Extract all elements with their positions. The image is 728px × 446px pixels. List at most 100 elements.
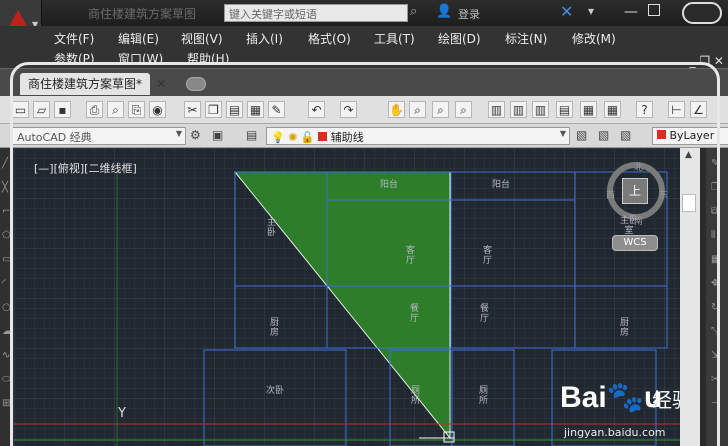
login-link[interactable]: 登录 xyxy=(458,6,480,22)
user-icon[interactable]: 👤 xyxy=(436,4,452,19)
new-tab-button[interactable] xyxy=(186,77,206,91)
viewcube-top-face[interactable]: 上 xyxy=(622,178,648,204)
menu-file[interactable]: 文件(F) xyxy=(54,30,94,47)
compass-west[interactable]: 西 xyxy=(606,188,615,201)
menu-format[interactable]: 格式(O) xyxy=(308,30,351,47)
print-icon[interactable]: ⎙ xyxy=(86,101,103,118)
extend-icon[interactable]: ⊣ xyxy=(711,398,720,409)
design-center-icon[interactable]: ▥ xyxy=(510,101,527,118)
publish-icon[interactable]: ⎘ xyxy=(128,101,145,118)
paste-icon[interactable]: ▤ xyxy=(226,101,243,118)
maximize-button[interactable] xyxy=(648,4,660,16)
match-properties-icon[interactable]: ▦ xyxy=(247,101,264,118)
vertical-scrollbar[interactable]: ▲ xyxy=(680,148,700,446)
spline-icon[interactable]: ∿ xyxy=(2,350,10,361)
calculator-icon[interactable]: ▦ xyxy=(604,101,621,118)
move-icon[interactable]: ✥ xyxy=(711,278,719,289)
tab-active-drawing[interactable]: 商住楼建筑方案草图* xyxy=(20,73,151,95)
zoom-window-icon[interactable]: ⌕ xyxy=(432,101,449,118)
array-icon[interactable]: ▦ xyxy=(711,254,720,265)
layer-color-swatch xyxy=(318,132,328,141)
drawing-canvas[interactable]: [—][俯视][二维线框] 阳台 阳台 主 卧 主卧 室 客 厅 客 厅 餐 厅… xyxy=(14,148,680,446)
layer-manager-icon[interactable]: ▤ xyxy=(246,128,257,142)
trim-icon[interactable]: ✂ xyxy=(711,374,719,385)
arc-icon[interactable]: ◜ xyxy=(2,278,6,289)
menu-insert[interactable]: 插入(I) xyxy=(246,30,283,47)
menu-dimension[interactable]: 标注(N) xyxy=(505,30,547,47)
print-preview-icon[interactable]: ⌕ xyxy=(107,101,124,118)
polygon-icon[interactable]: ⬠ xyxy=(2,230,11,241)
copy-object-icon[interactable]: ❐ xyxy=(711,182,720,193)
insert-block-icon[interactable]: ⊞ xyxy=(2,398,10,409)
rotate-icon[interactable]: ↻ xyxy=(711,302,719,313)
redo-icon[interactable]: ↷ xyxy=(340,101,357,118)
3d-publish-icon[interactable]: ◉ xyxy=(149,101,166,118)
menu-draw[interactable]: 绘图(D) xyxy=(438,30,481,47)
polyline-icon[interactable]: ⌐ xyxy=(2,206,10,217)
line-tool-icon[interactable]: ╱ xyxy=(2,158,8,169)
color-dropdown[interactable]: ByLayer xyxy=(652,127,728,145)
binoculars-icon[interactable]: ⌕ xyxy=(410,4,417,19)
scroll-thumb[interactable] xyxy=(682,194,696,212)
linear-dimension-icon[interactable]: ⊢ xyxy=(668,101,685,118)
autocad-window: 商住楼建筑方案草图 键入关键字或短语 ⌕ 👤 登录 ✕ ▾ — ▼ 文件(F) … xyxy=(0,0,728,446)
viewport-controls[interactable]: [—][俯视][二维线框] xyxy=(34,160,137,176)
gear-icon[interactable]: ⚙ xyxy=(190,128,201,142)
standard-toolbar: ▭ ▱ ▪ ⎙ ⌕ ⎘ ◉ ✂ ❐ ▤ ▦ ✎ ↶ ↷ ✋ ⌕ ⌕ ⌕ ▥ ▥ … xyxy=(0,96,728,124)
close-button[interactable] xyxy=(682,2,722,24)
tab-close-icon[interactable]: ✕ xyxy=(156,77,166,91)
compass-north[interactable]: 北 xyxy=(634,160,643,173)
sheet-set-icon[interactable]: ▤ xyxy=(556,101,573,118)
zoom-previous-icon[interactable]: ⌕ xyxy=(455,101,472,118)
wcs-menu-button[interactable]: WCS xyxy=(612,235,658,251)
room-label-bathroom: 厕 所 xyxy=(411,386,421,406)
menu-window[interactable]: 窗口(W) xyxy=(118,50,163,67)
menu-view[interactable]: 视图(V) xyxy=(181,30,223,47)
scale-icon[interactable]: ⤡ xyxy=(711,326,719,337)
menu-tools[interactable]: 工具(T) xyxy=(374,30,415,47)
rectangle-icon[interactable]: ▭ xyxy=(2,254,11,265)
undo-icon[interactable]: ↶ xyxy=(308,101,325,118)
menu-modify[interactable]: 修改(M) xyxy=(572,30,616,47)
compass-south[interactable]: 南 xyxy=(634,214,643,227)
menu-help[interactable]: 帮助(H) xyxy=(187,50,229,67)
workspace-dropdown[interactable]: AutoCAD 经典 ▼ xyxy=(12,127,186,145)
markup-icon[interactable]: ▦ xyxy=(580,101,597,118)
stretch-icon[interactable]: ⇲ xyxy=(711,350,719,361)
search-input[interactable]: 键入关键字或短语 xyxy=(224,4,408,22)
scroll-up-icon[interactable]: ▲ xyxy=(685,150,692,160)
room-label-kitchen: 厨 房 xyxy=(620,318,630,338)
ellipse-icon[interactable]: ⬭ xyxy=(2,374,11,385)
layer-state-icon[interactable]: ▧ xyxy=(620,128,631,142)
cloud-icon[interactable]: ☁ xyxy=(2,326,12,337)
save-icon[interactable]: ▪ xyxy=(54,101,71,118)
layer-dropdown[interactable]: 💡 ✺ 🔓 辅助线 ▼ xyxy=(266,127,570,145)
erase-icon[interactable]: ✎ xyxy=(711,158,719,169)
tool-palettes-icon[interactable]: ▥ xyxy=(532,101,549,118)
help-icon[interactable]: ? xyxy=(636,101,653,118)
zoom-realtime-icon[interactable]: ⌕ xyxy=(409,101,426,118)
menu-parameters[interactable]: 参数(P) xyxy=(54,50,95,67)
mirror-icon[interactable]: ⧉ xyxy=(711,206,718,217)
exchange-icon[interactable]: ✕ xyxy=(560,2,573,21)
make-current-layer-icon[interactable]: ▧ xyxy=(576,128,587,142)
brush-icon[interactable]: ✎ xyxy=(268,101,285,118)
workspace-settings-icon[interactable]: ▣ xyxy=(212,128,223,142)
new-file-icon[interactable]: ▭ xyxy=(12,101,29,118)
properties-icon[interactable]: ▥ xyxy=(488,101,505,118)
layer-previous-icon[interactable]: ▧ xyxy=(598,128,609,142)
offset-icon[interactable]: ⫴ xyxy=(711,230,715,241)
cut-icon[interactable]: ✂ xyxy=(184,101,201,118)
circle-icon[interactable]: ○ xyxy=(2,302,11,313)
open-icon[interactable]: ▱ xyxy=(33,101,50,118)
compass-east[interactable]: 东 xyxy=(659,188,668,201)
document-window-controls[interactable]: _ ❐ ✕ xyxy=(690,54,724,68)
construction-line-icon[interactable]: ╳ xyxy=(2,182,8,193)
aligned-dimension-icon[interactable]: ∠ xyxy=(690,101,707,118)
modify-toolbar: ✎ ❐ ⧉ ⫴ ▦ ✥ ↻ ⤡ ⇲ ✂ ⊣ xyxy=(706,148,728,446)
help-dropdown-icon[interactable]: ▾ xyxy=(588,4,594,18)
menu-edit[interactable]: 编辑(E) xyxy=(118,30,159,47)
pan-icon[interactable]: ✋ xyxy=(388,101,405,118)
copy-icon[interactable]: ❐ xyxy=(205,101,222,118)
minimize-button[interactable]: — xyxy=(624,4,638,20)
